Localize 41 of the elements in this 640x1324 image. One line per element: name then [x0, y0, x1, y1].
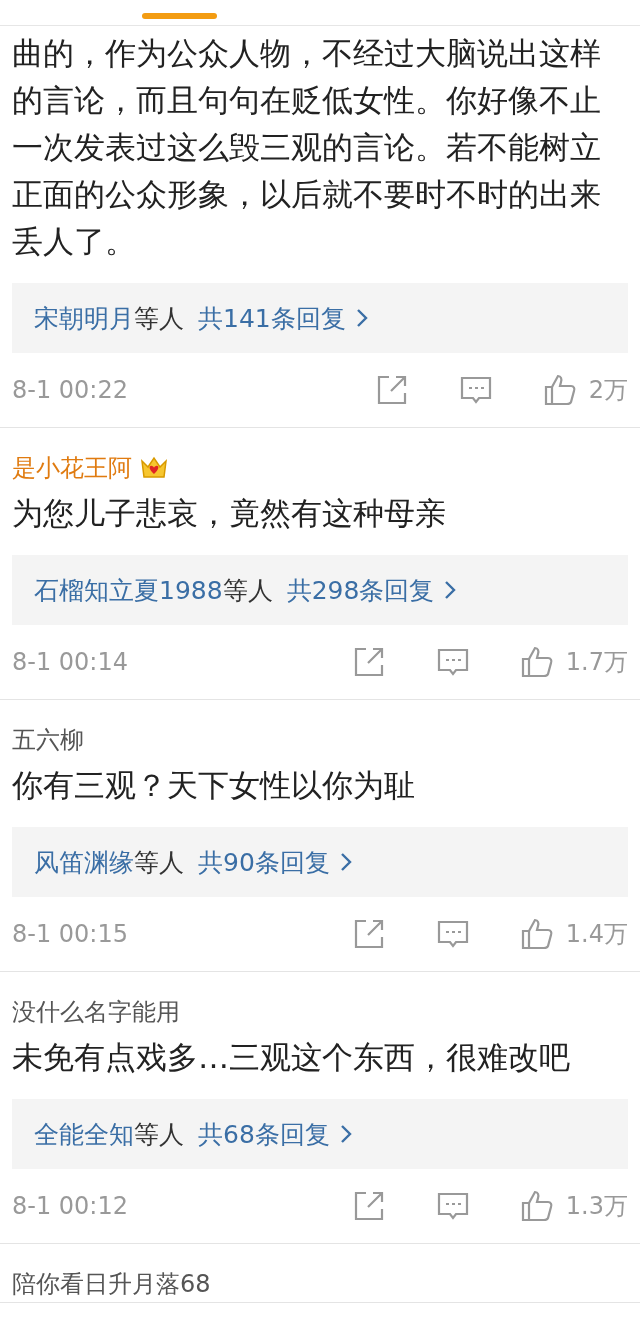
replies-link[interactable]: 风笛渊缘等人 共90条回复 [12, 827, 628, 897]
thumbs-up-icon[interactable] [519, 645, 554, 679]
timestamp: 8-1 00:22 [12, 376, 129, 404]
chevron-right-icon [355, 308, 368, 328]
timestamp: 8-1 00:14 [12, 648, 129, 676]
replies-link[interactable]: 石榴知立夏1988等人 共298条回复 [12, 555, 628, 625]
like-count: 2万 [588, 375, 628, 406]
crown-icon [140, 455, 168, 481]
reply-count[interactable]: 共298条回复 [286, 573, 435, 607]
like-count: 1.4万 [565, 919, 628, 950]
thumbs-up-icon[interactable] [542, 373, 577, 407]
comment-text: 曲的，作为公众人物，不经过大脑说出这样的言论，而且句句在贬低女性。你好像不止一次发表过这么毁三观的言论。若不能树立正面的公众形象，以后就不要时不时的出来丢人了。 [12, 34, 602, 261]
replies-link[interactable]: 宋朝明月 等人 共141条回复 [12, 283, 628, 353]
reply-suffix: 等人 [222, 574, 273, 607]
reply-suffix: 等人 [134, 1118, 184, 1151]
reply-names[interactable]: 风笛渊缘 [34, 845, 134, 879]
reply-suffix: 等人 [134, 302, 184, 335]
like-count: 1.3万 [565, 1191, 628, 1222]
reply-names[interactable]: 石榴知立夏1988 [34, 573, 223, 607]
comment-text: 为您儿子悲哀，竟然有这种母亲 [12, 494, 447, 533]
reply-names[interactable]: 全能全知 [34, 1117, 134, 1151]
like-count: 1.7万 [565, 647, 628, 678]
reply-suffix: 等人 [134, 846, 184, 879]
username[interactable]: 陪你看日升月落68 [12, 1266, 211, 1302]
thumbs-up-icon[interactable] [519, 917, 554, 951]
comment-text: 你有三观？天下女性以你为耻 [12, 766, 416, 805]
reply-count[interactable]: 共90条回复 [198, 845, 330, 879]
reply-count[interactable]: 共141条回复 [198, 301, 346, 335]
timestamp: 8-1 00:15 [12, 920, 129, 948]
chevron-right-icon [339, 1124, 352, 1144]
replies-link[interactable]: 全能全知等人 共68条回复 [12, 1099, 628, 1169]
reply-names[interactable]: 宋朝明月 [34, 301, 134, 335]
username[interactable]: 是小花王阿 [12, 450, 132, 486]
comment-text: 未免有点戏多…三观这个东西，很难改吧 [12, 1038, 571, 1077]
reply-count[interactable]: 共68条回复 [198, 1117, 330, 1151]
chevron-right-icon [339, 852, 352, 872]
username[interactable]: 五六柳 [12, 722, 84, 758]
timestamp: 8-1 00:12 [12, 1192, 129, 1220]
chevron-right-icon [444, 580, 457, 600]
thumbs-up-icon[interactable] [519, 1189, 554, 1223]
username[interactable]: 没什么名字能用 [12, 994, 180, 1030]
